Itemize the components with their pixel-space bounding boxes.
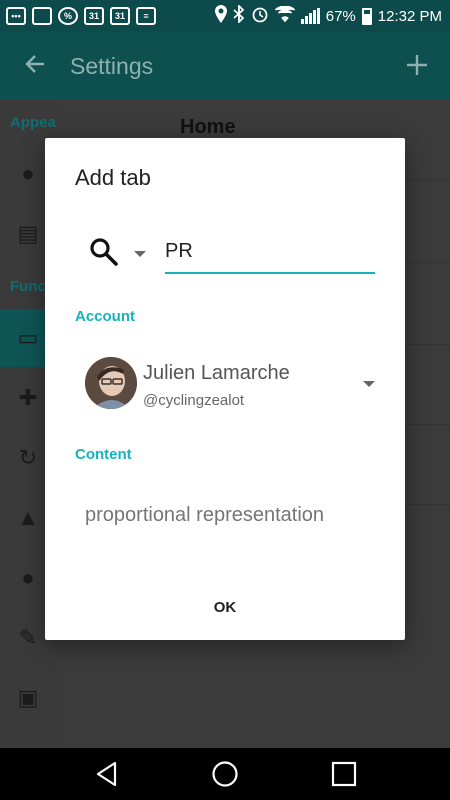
signal-icon xyxy=(300,8,320,24)
ellipsis-icon: ••• xyxy=(6,7,26,25)
arrow-back-icon[interactable] xyxy=(0,51,70,82)
alarm-icon xyxy=(251,5,269,27)
refresh-icon[interactable]: ↻ xyxy=(16,446,40,470)
app-bar-title: Settings xyxy=(70,52,154,79)
palette-icon[interactable]: ● xyxy=(16,162,40,186)
recents-nav-icon[interactable] xyxy=(309,748,379,800)
account-label: Account xyxy=(75,308,135,325)
bluetooth-icon xyxy=(233,3,245,27)
location-icon xyxy=(214,5,227,27)
calendar-icon: 31 xyxy=(84,7,104,25)
calendar-icon-2: 31 xyxy=(110,7,130,25)
account-handle[interactable]: @cyclingzealot xyxy=(143,392,244,409)
feather-icon[interactable]: ✎ xyxy=(16,626,40,650)
battery-percent: 67% xyxy=(325,7,356,25)
clock: 12:32 PM xyxy=(377,7,442,25)
percent-icon: % xyxy=(58,7,78,25)
account-name[interactable]: Julien Lamarche xyxy=(143,362,290,385)
search-icon[interactable] xyxy=(89,237,119,267)
home-nav-icon[interactable] xyxy=(190,748,260,800)
content-value: proportional representation xyxy=(85,504,325,526)
account-chevron-down-icon[interactable] xyxy=(363,381,375,387)
bell-icon[interactable]: ▲ xyxy=(16,506,40,530)
extension-icon[interactable]: ✚ xyxy=(16,386,40,410)
message-icon: ≡ xyxy=(136,7,156,25)
inbox-icon[interactable]: ▣ xyxy=(16,686,40,710)
notes-icon[interactable]: ▤ xyxy=(16,222,40,246)
plus-icon[interactable] xyxy=(406,46,428,85)
avatar[interactable] xyxy=(85,357,137,409)
battery-icon xyxy=(361,7,372,25)
query-input[interactable] xyxy=(165,234,375,274)
content-label: Content xyxy=(75,446,132,463)
tab-icon[interactable]: ▭ xyxy=(16,326,40,350)
wifi-icon xyxy=(274,5,295,26)
cast-icon xyxy=(32,7,52,25)
status-bar: ••• % 31 31 ≡ 67% 12:32 PM xyxy=(0,0,450,32)
add-tab-dialog: Add tab Account Julien Lamarche @cycling… xyxy=(45,138,405,640)
app-bar: Settings xyxy=(0,32,450,100)
tab-item-home[interactable]: Home xyxy=(180,116,236,139)
sidebar-section-appearance: Appea xyxy=(10,114,56,131)
back-nav-icon[interactable] xyxy=(72,748,142,800)
sidebar-section-functions: Func xyxy=(10,278,46,295)
dialog-title: Add tab xyxy=(75,165,151,190)
ok-button[interactable]: OK xyxy=(195,590,255,626)
chevron-down-icon[interactable] xyxy=(134,251,146,257)
globe-icon[interactable]: ● xyxy=(16,566,40,590)
navigation-bar xyxy=(0,748,450,800)
